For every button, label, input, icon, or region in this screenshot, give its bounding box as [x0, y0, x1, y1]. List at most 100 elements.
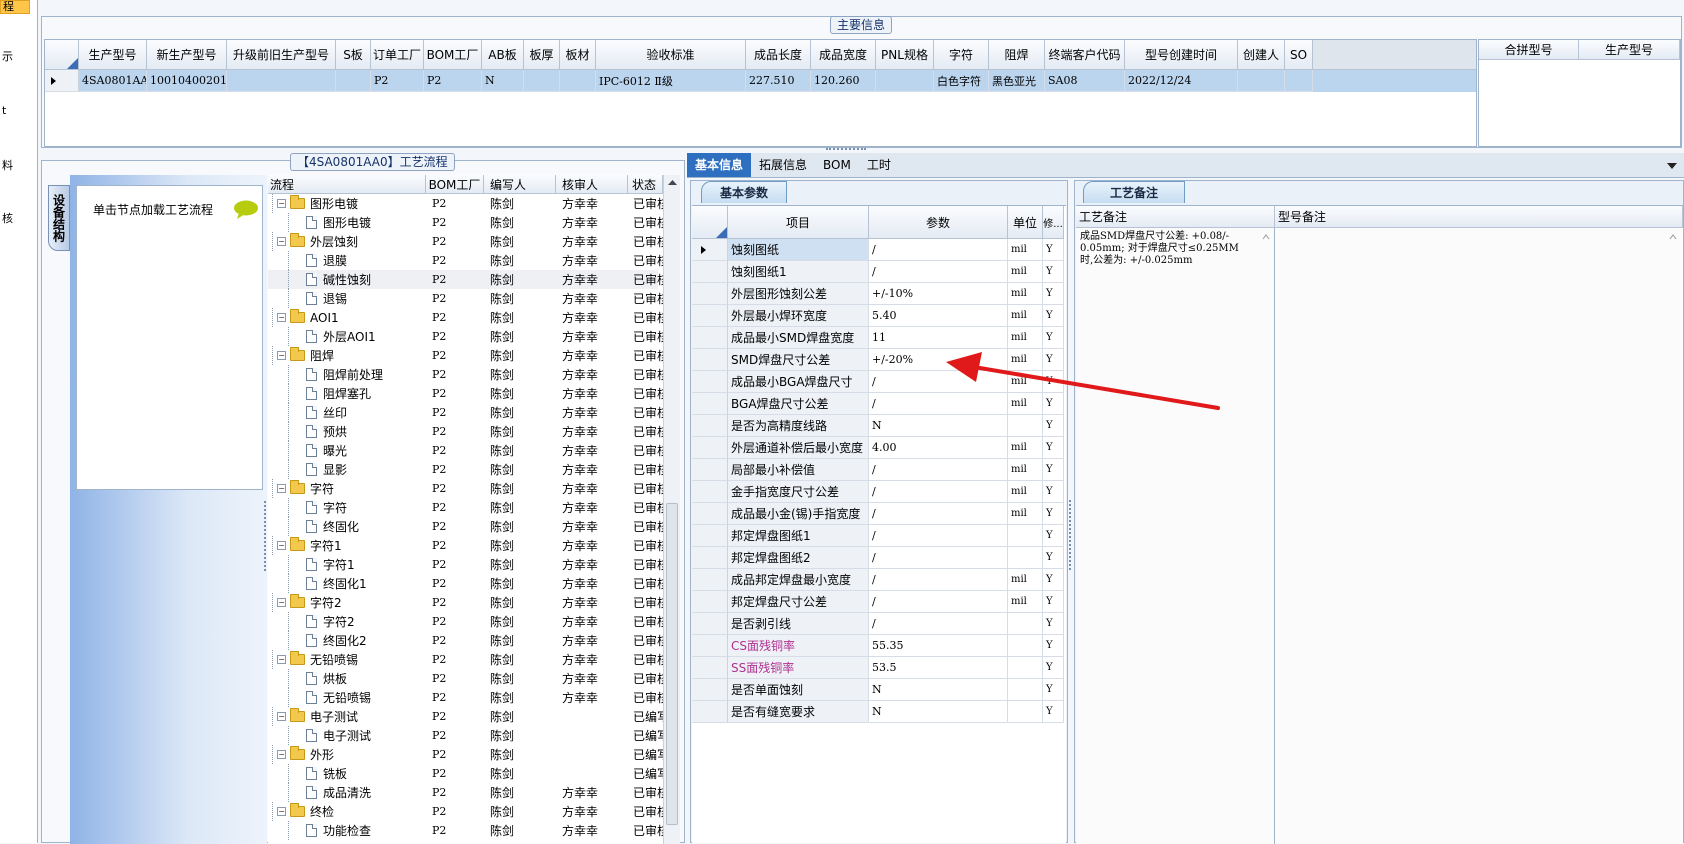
param-item[interactable]: 是否有缝宽要求 — [728, 701, 869, 723]
tab-basic-info[interactable]: 基本信息 — [687, 153, 752, 177]
param-item[interactable]: 是否单面蚀刻 — [728, 679, 869, 701]
main-info-cell[interactable] — [560, 70, 596, 92]
row-indicator[interactable] — [45, 70, 79, 92]
param-unit[interactable]: mil — [1008, 239, 1043, 261]
main-info-col-header[interactable]: 终端客户代码 — [1045, 40, 1125, 70]
nav-item[interactable]: 料 — [2, 157, 13, 173]
main-info-cell[interactable]: 2022/12/24 — [1125, 70, 1238, 92]
row-indicator[interactable] — [692, 239, 728, 261]
main-info-col-header[interactable]: PNL规格 — [876, 40, 934, 70]
process-note-textarea[interactable]: 成品SMD焊盘尺寸公差: +0.08/- 0.05mm; 对于焊盘尺寸≤0.25… — [1076, 228, 1275, 844]
process-notes-tab[interactable]: 工艺备注 — [1083, 181, 1186, 203]
row-indicator[interactable] — [692, 261, 728, 283]
main-info-col-header[interactable]: BOM工厂 — [424, 40, 482, 70]
flow-row[interactable]: − 电子测试 P2 陈剑 已编写 — [268, 707, 663, 726]
main-info-col-header[interactable]: 升级前旧生产型号 — [227, 40, 336, 70]
row-indicator[interactable] — [692, 459, 728, 481]
param-value[interactable]: / — [869, 459, 1008, 481]
param-item[interactable]: 金手指宽度尺寸公差 — [728, 481, 869, 503]
flow-row[interactable]: − 字符 P2 陈剑 方幸幸 已审核 — [268, 479, 663, 498]
flow-row[interactable]: − AOI1 P2 陈剑 方幸幸 已审核 — [268, 308, 663, 327]
param-item[interactable]: 成品最小SMD焊盘宽度 — [728, 327, 869, 349]
param-value[interactable]: N — [869, 679, 1008, 701]
flow-row[interactable]: 碱性蚀刻 P2 陈剑 方幸幸 已审核 — [268, 270, 663, 289]
param-flag[interactable]: Y — [1043, 657, 1064, 679]
param-unit[interactable]: mil — [1008, 459, 1043, 481]
collapse-toggle-icon[interactable]: − — [277, 750, 286, 759]
param-value[interactable]: / — [869, 371, 1008, 393]
main-info-cell[interactable]: N — [482, 70, 524, 92]
param-value[interactable]: 55.35 — [869, 635, 1008, 657]
main-info-col-header[interactable]: 生产型号 — [79, 40, 147, 70]
param-flag[interactable]: Y — [1043, 613, 1064, 635]
flow-row[interactable]: − 终检 P2 陈剑 方幸幸 已审核 — [268, 802, 663, 821]
param-unit[interactable]: mil — [1008, 261, 1043, 283]
param-item[interactable]: 成品最小金(锡)手指宽度 — [728, 503, 869, 525]
param-flag[interactable]: Y — [1043, 239, 1064, 261]
param-flag[interactable]: Y — [1043, 349, 1064, 371]
param-unit[interactable]: mil — [1008, 569, 1043, 591]
param-flag[interactable]: Y — [1043, 393, 1064, 415]
flow-row[interactable]: 终固化1 P2 陈剑 方幸幸 已审核 — [268, 574, 663, 593]
param-value[interactable]: / — [869, 503, 1008, 525]
flow-row[interactable]: − 字符2 P2 陈剑 方幸幸 已审核 — [268, 593, 663, 612]
flow-row[interactable]: 字符1 P2 陈剑 方幸幸 已审核 — [268, 555, 663, 574]
flow-row[interactable]: − 外形 P2 陈剑 已编写 — [268, 745, 663, 764]
main-info-col-header[interactable]: 字符 — [934, 40, 989, 70]
main-info-cell[interactable]: 黑色亚光 — [989, 70, 1045, 92]
model-note-textarea[interactable] — [1275, 228, 1683, 844]
scroll-up-icon[interactable] — [1261, 232, 1271, 242]
scroll-up-icon[interactable] — [1668, 232, 1678, 242]
param-flag[interactable]: Y — [1043, 371, 1064, 393]
flow-row[interactable]: 退锡 P2 陈剑 方幸幸 已审核 — [268, 289, 663, 308]
param-unit[interactable]: mil — [1008, 503, 1043, 525]
param-flag[interactable]: Y — [1043, 503, 1064, 525]
row-indicator[interactable] — [692, 415, 728, 437]
param-flag[interactable]: Y — [1043, 415, 1064, 437]
main-info-col-header[interactable]: 成品宽度 — [811, 40, 876, 70]
param-unit[interactable]: mil — [1008, 481, 1043, 503]
flow-row[interactable]: 外层AOI1 P2 陈剑 方幸幸 已审核 — [268, 327, 663, 346]
param-unit[interactable] — [1008, 613, 1043, 635]
param-value[interactable]: / — [869, 591, 1008, 613]
main-info-cell[interactable]: P2 — [371, 70, 424, 92]
main-info-cell[interactable] — [1285, 70, 1313, 92]
row-indicator[interactable] — [692, 591, 728, 613]
flow-row[interactable]: − 外层蚀刻 P2 陈剑 方幸幸 已审核 — [268, 232, 663, 251]
flow-row[interactable]: 终固化2 P2 陈剑 方幸幸 已审核 — [268, 631, 663, 650]
param-value[interactable]: 4.00 — [869, 437, 1008, 459]
main-info-col-header[interactable]: 订单工厂 — [371, 40, 424, 70]
param-flag[interactable]: Y — [1043, 679, 1064, 701]
param-flag[interactable]: Y — [1043, 437, 1064, 459]
main-info-cell[interactable] — [876, 70, 934, 92]
collapse-toggle-icon[interactable]: − — [277, 541, 286, 550]
dropdown-arrow-icon[interactable] — [1666, 161, 1678, 171]
param-item[interactable]: 蚀刻图纸1 — [728, 261, 869, 283]
collapse-toggle-icon[interactable]: − — [277, 655, 286, 664]
flow-row[interactable]: − 图形电镀 P2 陈剑 方幸幸 已审核 — [268, 194, 663, 213]
param-unit[interactable]: mil — [1008, 437, 1043, 459]
main-info-col-header[interactable]: SO — [1285, 40, 1313, 70]
param-value[interactable]: 11 — [869, 327, 1008, 349]
params-splitter[interactable] — [1069, 500, 1073, 570]
param-item[interactable]: 外层通道补偿后最小宽度 — [728, 437, 869, 459]
nav-item-selected[interactable]: 程 — [0, 0, 30, 14]
nav-item[interactable]: 示 — [2, 48, 13, 64]
param-unit[interactable]: mil — [1008, 371, 1043, 393]
row-indicator[interactable] — [692, 481, 728, 503]
param-item[interactable]: 邦定焊盘尺寸公差 — [728, 591, 869, 613]
main-info-col-header[interactable]: 板厚 — [524, 40, 560, 70]
row-indicator[interactable] — [692, 393, 728, 415]
main-info-cell[interactable] — [524, 70, 560, 92]
collapse-toggle-icon[interactable]: − — [277, 237, 286, 246]
collapse-toggle-icon[interactable]: − — [277, 313, 286, 322]
param-unit[interactable]: mil — [1008, 349, 1043, 371]
param-value[interactable]: N — [869, 701, 1008, 723]
param-flag[interactable]: Y — [1043, 591, 1064, 613]
param-item[interactable]: 邦定焊盘图纸2 — [728, 547, 869, 569]
param-flag[interactable]: Y — [1043, 569, 1064, 591]
main-info-col-header[interactable]: 型号创建时间 — [1125, 40, 1238, 70]
scroll-thumb[interactable] — [666, 503, 678, 825]
param-item[interactable]: 外层最小焊环宽度 — [728, 305, 869, 327]
param-value[interactable]: / — [869, 525, 1008, 547]
